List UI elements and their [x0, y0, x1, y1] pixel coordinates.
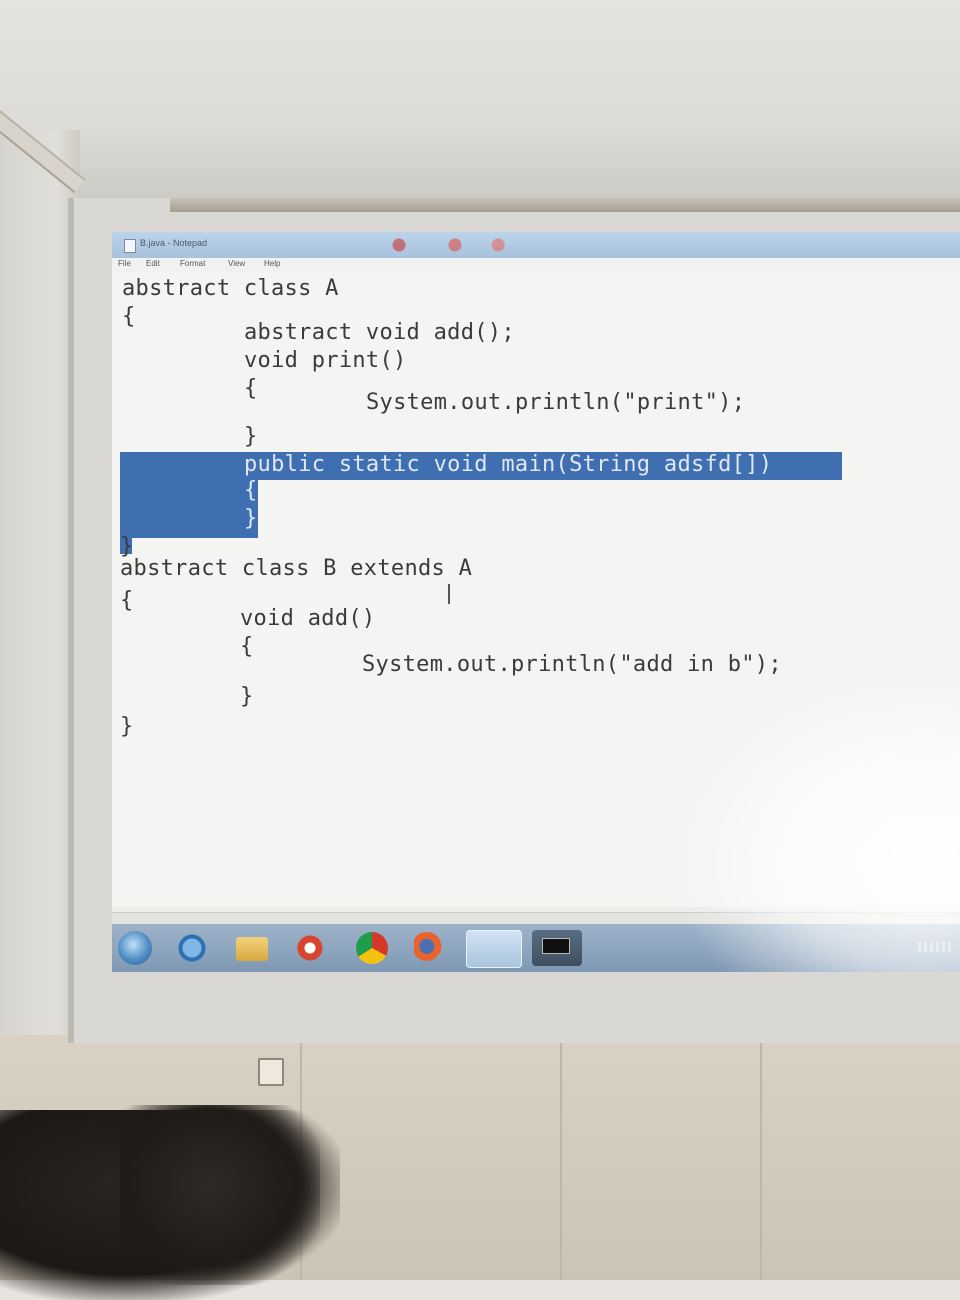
wall-socket: [258, 1058, 284, 1086]
audience-heads: [120, 1105, 320, 1285]
menu-view[interactable]: View: [228, 259, 245, 268]
code-line-selected: public static void main(String adsfd[]): [244, 452, 773, 477]
code-line: void print(): [244, 348, 407, 373]
projected-desktop: B.java - Notepad File Edit Format View H…: [112, 232, 960, 972]
code-line: System.out.println("print");: [366, 390, 746, 415]
taskbar: [112, 924, 960, 972]
folder-icon[interactable]: [236, 937, 268, 961]
code-line: {: [122, 304, 136, 329]
notepad-task-icon[interactable]: [466, 930, 522, 968]
chrome-icon[interactable]: [356, 932, 388, 964]
text-cursor: [448, 584, 450, 604]
menu-edit[interactable]: Edit: [146, 259, 160, 268]
code-line: abstract class A: [122, 276, 339, 301]
code-line: System.out.println("add in b");: [362, 652, 782, 677]
projection-screen-rod: [170, 198, 960, 212]
menu-file[interactable]: File: [118, 259, 131, 268]
system-tray[interactable]: [918, 942, 952, 952]
command-prompt-window-glyph: [542, 938, 570, 954]
code-line-selected: }: [244, 506, 258, 531]
code-line: {: [244, 376, 258, 401]
start-button[interactable]: [118, 931, 152, 965]
ceiling: [0, 0, 960, 215]
command-prompt-icon[interactable]: [532, 930, 582, 966]
code-line: {: [240, 634, 254, 659]
menubar: File Edit Format View Help: [112, 258, 960, 273]
media-player-icon[interactable]: [294, 932, 326, 964]
code-line: }: [244, 424, 258, 449]
selection-highlight: [120, 480, 258, 538]
menu-format[interactable]: Format: [180, 259, 205, 268]
text-editor-area[interactable]: abstract class A { abstract void add(); …: [112, 272, 960, 907]
code-line: abstract void add();: [244, 320, 515, 345]
notepad-titlebar[interactable]: B.java - Notepad: [112, 232, 960, 258]
code-line: abstract class B extends A: [120, 556, 473, 581]
code-line: }: [240, 684, 254, 709]
window-title: B.java - Notepad: [140, 238, 208, 248]
wall-tile-seam: [760, 1035, 762, 1280]
firefox-icon[interactable]: [414, 932, 446, 964]
notepad-app-icon: [124, 239, 136, 253]
code-line-selected: {: [244, 478, 258, 503]
internet-explorer-icon[interactable]: [176, 932, 208, 964]
code-line: }: [120, 714, 134, 739]
menu-help[interactable]: Help: [264, 259, 280, 268]
titlebar-glare: [367, 236, 527, 254]
code-line: void add(): [240, 606, 376, 631]
wall-tile-seam: [560, 1035, 562, 1280]
code-line: {: [120, 588, 134, 613]
